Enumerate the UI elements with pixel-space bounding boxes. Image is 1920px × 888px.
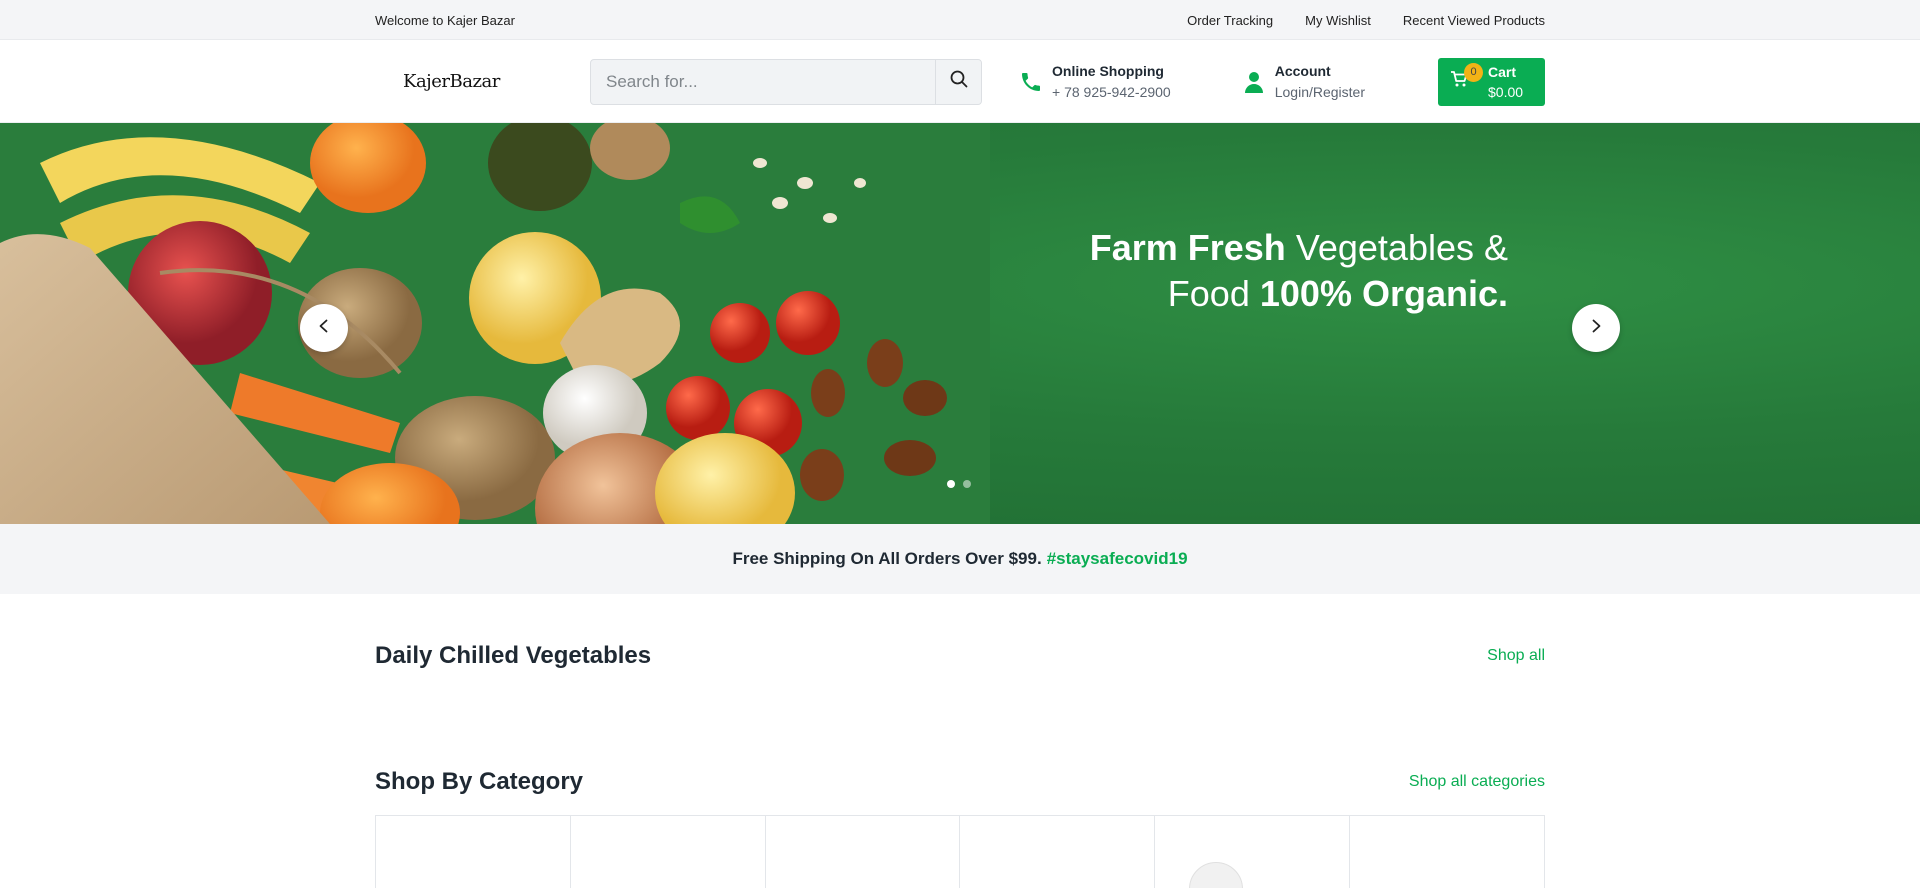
next-slide-button[interactable] [1572,304,1620,352]
slide-dots [947,480,971,488]
cart-button[interactable]: 0 Cart $0.00 [1438,57,1545,106]
contact-title: Online Shopping [1052,62,1164,79]
category-section: Shop By Category Shop all categories [375,768,1545,888]
hero-line1-rest: Vegetables & [1295,227,1508,268]
cart-count-badge: 0 [1464,62,1483,82]
shop-all-link[interactable]: Shop all [1487,647,1545,665]
hero-slider: Farm Fresh Vegetables & Food 100% Organi… [0,123,1920,524]
section-title-vegetables: Daily Chilled Vegetables [375,642,652,669]
promo-text: Free Shipping On All Orders Over $99. [732,549,1042,568]
category-grid [375,815,1545,888]
search-button[interactable] [935,59,981,104]
logo[interactable]: KajerBazar [375,71,590,92]
welcome-text: Welcome to Kajer Bazar [375,12,515,28]
search-bar [590,58,982,105]
recent-viewed-link[interactable]: Recent Viewed Products [1403,13,1545,28]
hero-line2-regular: Food [1167,273,1250,314]
category-card[interactable] [1350,816,1545,888]
search-icon [950,70,968,93]
section-title-category: Shop By Category [375,768,584,795]
cart-total: $0.00 [1488,83,1524,100]
promo-tag[interactable]: #staysafecovid19 [1047,549,1188,569]
contact-info: Online Shopping + 78 925-942-2900 [1018,61,1171,103]
order-tracking-link[interactable]: Order Tracking [1187,13,1273,28]
category-card[interactable] [766,816,961,888]
shop-all-categories-link[interactable]: Shop all categories [1409,773,1545,791]
search-input[interactable] [591,59,935,104]
category-card[interactable] [1155,816,1351,888]
hero-image [0,123,990,524]
contact-phone: + 78 925-942-2900 [1052,83,1171,100]
account-subtitle: Login/Register [1274,83,1365,100]
hero-headline: Farm Fresh Vegetables & Food 100% Organi… [1090,225,1508,317]
vegetables-section: Daily Chilled Vegetables Shop all [375,594,1545,768]
category-image [1189,862,1244,888]
top-links: Order Tracking My Wishlist Recent Viewed… [1187,13,1545,28]
slide-dot[interactable] [963,480,971,488]
category-card[interactable] [960,816,1156,888]
chevron-left-icon [317,319,331,338]
prev-slide-button[interactable] [300,304,348,352]
account-title: Account [1274,62,1331,79]
wishlist-link[interactable]: My Wishlist [1305,13,1371,28]
chevron-right-icon [1589,319,1603,338]
category-card[interactable] [376,816,571,888]
cart-label: Cart [1488,63,1517,80]
top-bar: Welcome to Kajer Bazar Order Tracking My… [0,0,1920,40]
hero-line2-bold: 100% Organic. [1259,273,1508,314]
header: KajerBazar Online Shopping + 78 925-942-… [0,40,1920,123]
category-card[interactable] [571,816,766,888]
hero-line1-bold: Farm Fresh [1089,227,1286,268]
account-link[interactable]: Account Login/Register [1241,61,1365,103]
promo-bar: Free Shipping On All Orders Over $99. #s… [0,524,1920,594]
phone-icon [1018,70,1044,94]
user-icon [1241,70,1267,94]
slide-dot[interactable] [947,480,955,488]
